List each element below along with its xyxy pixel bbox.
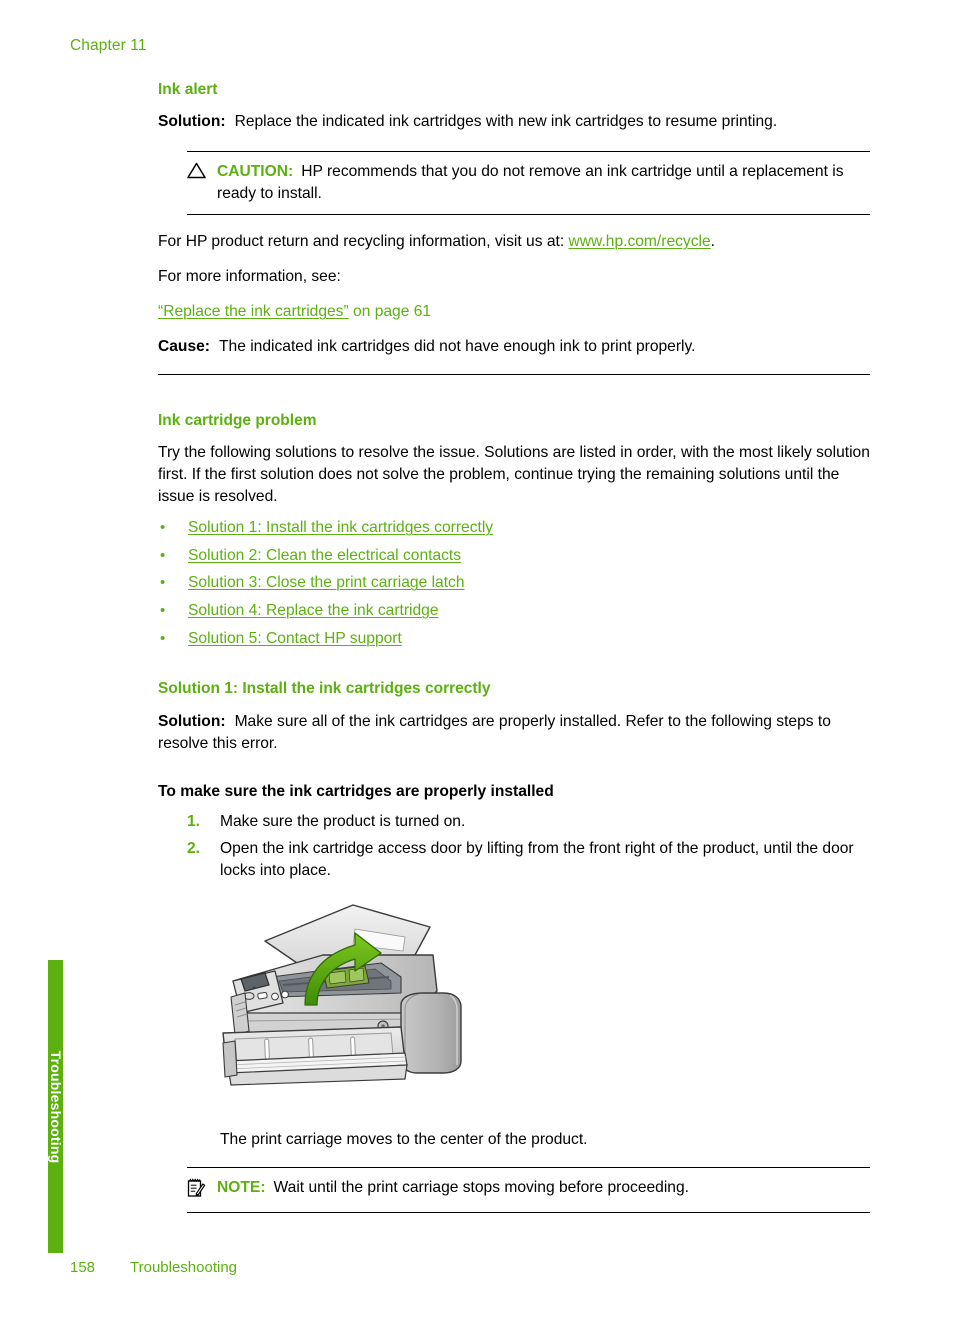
list-item: 1. Make sure the product is turned on. xyxy=(187,811,870,833)
link-solution-4[interactable]: Solution 4: Replace the ink cartridge xyxy=(188,602,439,619)
link-solution-5[interactable]: Solution 5: Contact HP support xyxy=(188,630,402,647)
heading-ink-alert: Ink alert xyxy=(158,81,218,98)
footer-section-label: Troubleshooting xyxy=(130,1259,238,1276)
list-item: Solution 5: Contact HP support xyxy=(158,630,870,647)
ink-alert-cause-paragraph: Cause: The indicated ink cartridges did n… xyxy=(158,336,870,358)
list-item: Solution 1: Install the ink cartridges c… xyxy=(158,520,870,536)
printer-illustration xyxy=(205,893,467,1108)
cause-text: The indicated ink cartridges did not hav… xyxy=(219,338,696,356)
list-item: Solution 4: Replace the ink cartridge xyxy=(158,603,870,619)
solution-label: Solution: xyxy=(158,712,226,730)
list-item: Solution 3: Close the print carriage lat… xyxy=(158,575,870,591)
side-tab-troubleshooting: Troubleshooting xyxy=(47,960,64,1253)
procedure-title: To make sure the ink cartridges are prop… xyxy=(158,782,554,800)
recycle-text-after: . xyxy=(710,232,715,250)
list-item: Solution 2: Clean the electrical contact… xyxy=(158,547,870,564)
solution-label: Solution: xyxy=(158,113,226,131)
warning-triangle-icon xyxy=(187,161,217,184)
ink-alert-solution-paragraph: Solution: Replace the indicated ink cartr… xyxy=(158,111,870,133)
note-keyword: NOTE: xyxy=(217,1179,266,1197)
cause-label: Cause: xyxy=(158,338,210,356)
solutions-link-list: Solution 1: Install the ink cartridges c… xyxy=(158,520,870,646)
heading-ink-cartridge-problem: Ink cartridge problem xyxy=(158,412,317,430)
step-number: 2. xyxy=(187,840,201,858)
caution-body: CAUTION: HP recommends that you do not re… xyxy=(217,161,870,205)
link-solution-2[interactable]: Solution 2: Clean the electrical contact… xyxy=(188,547,461,564)
more-information-line: For more information, see: xyxy=(158,267,341,285)
solution-text: Make sure all of the ink cartridges are … xyxy=(158,712,831,752)
ink-cartridge-problem-intro: Try the following solutions to resolve t… xyxy=(158,443,870,506)
chapter-running-head: Chapter 11 xyxy=(70,37,147,54)
link-solution-3[interactable]: Solution 3: Close the print carriage lat… xyxy=(188,574,465,591)
solution-text: Replace the indicated ink cartridges wit… xyxy=(234,113,778,131)
notepad-pencil-icon xyxy=(187,1177,217,1203)
recycle-text-before: For HP product return and recycling info… xyxy=(158,232,569,250)
after-illustration-text: The print carriage moves to the center o… xyxy=(220,1131,588,1149)
cross-reference-page: on page 61 xyxy=(348,303,432,321)
procedure-steps: 1. Make sure the product is turned on. 2.… xyxy=(187,811,870,882)
note-body: NOTE: Wait until the print carriage stops… xyxy=(217,1177,870,1199)
list-item: 2. Open the ink cartridge access door by … xyxy=(187,838,870,882)
page-footer: 158 Troubleshooting xyxy=(70,1259,237,1276)
heading-solution-1: Solution 1: Install the ink cartridges c… xyxy=(158,680,491,698)
link-solution-1[interactable]: Solution 1: Install the ink cartridges c… xyxy=(188,519,493,536)
caution-box: CAUTION: HP recommends that you do not re… xyxy=(187,150,870,215)
link-replace-ink-cartridges[interactable]: “Replace the ink cartridges” xyxy=(158,303,349,320)
note-box: NOTE: Wait until the print carriage stops… xyxy=(187,1167,870,1214)
step-number: 1. xyxy=(187,812,201,830)
caution-text: HP recommends that you do not remove an … xyxy=(217,162,844,202)
caution-keyword: CAUTION: xyxy=(217,162,294,180)
side-tab-label: Troubleshooting xyxy=(47,1050,64,1163)
cross-reference-line: “Replace the ink cartridges” on page 61 xyxy=(158,301,870,323)
step-text: Open the ink cartridge access door by li… xyxy=(220,840,854,880)
solution-1-solution-paragraph: Solution: Make sure all of the ink cartri… xyxy=(158,711,870,755)
document-page: Chapter 11 Ink alert Solution: Replace th… xyxy=(0,0,954,1321)
footer-page-number: 158 xyxy=(70,1259,96,1276)
step-text: Make sure the product is turned on. xyxy=(220,812,466,830)
recycle-paragraph: For HP product return and recycling info… xyxy=(158,231,870,253)
note-text: Wait until the print carriage stops movi… xyxy=(273,1179,689,1197)
link-hp-recycle[interactable]: www.hp.com/recycle xyxy=(569,233,711,250)
